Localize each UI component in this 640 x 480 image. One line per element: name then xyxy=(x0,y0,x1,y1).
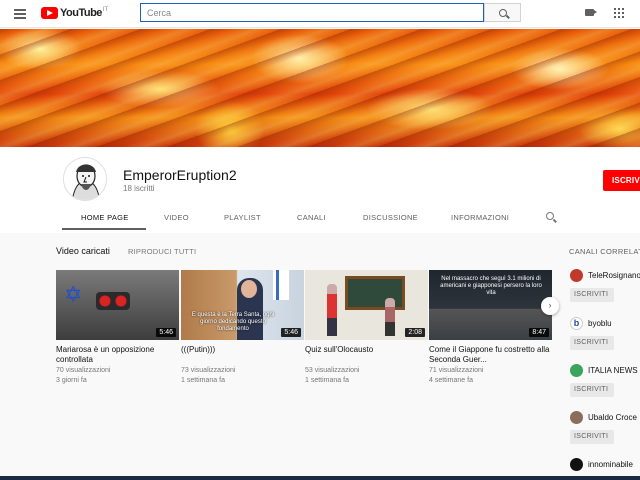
play-logo-icon xyxy=(41,7,58,19)
apps-grid-icon[interactable] xyxy=(614,8,624,18)
star-of-david-icon: ✡ xyxy=(64,282,83,307)
related-channels-title: CANALI CORRELATI xyxy=(569,247,640,256)
channel-banner xyxy=(0,29,640,147)
channel-avatar[interactable] xyxy=(63,157,107,201)
related-channel-name[interactable]: innominabile xyxy=(588,460,633,469)
video-duration: 2:08 xyxy=(405,328,425,337)
video-thumbnail[interactable]: ✡ 5:46 xyxy=(56,270,179,340)
video-duration: 8:47 xyxy=(529,328,549,337)
taskbar xyxy=(0,476,640,480)
channel-avatar[interactable] xyxy=(570,458,583,471)
channel-avatar[interactable] xyxy=(570,364,583,377)
video-title[interactable]: (((Putin))) xyxy=(181,345,304,365)
tab-video[interactable]: VIDEO xyxy=(164,213,189,222)
video-title[interactable]: Come il Giappone fu costretto alla Secon… xyxy=(429,345,552,365)
logo-country: IT xyxy=(102,7,109,13)
flag-graphic xyxy=(273,270,289,300)
tab-discussion[interactable]: DISCUSSIONE xyxy=(363,213,418,222)
related-channel-name[interactable]: Ubaldo Croce xyxy=(588,413,637,422)
video-age: 3 giorni fa xyxy=(56,377,87,384)
subscribe-button[interactable]: ISCRIVITI xyxy=(603,170,640,191)
subscriber-count: 18 iscritti xyxy=(123,184,155,193)
video-thumbnail[interactable]: Nel massacro che seguì 3.1 milioni di am… xyxy=(429,270,552,340)
video-title[interactable]: Mariarosa è un opposizione controllata xyxy=(56,345,179,365)
search-input[interactable]: Cerca xyxy=(140,3,484,22)
play-all-button[interactable]: RIPRODUCI TUTTI xyxy=(128,247,196,256)
related-channel-name[interactable]: TeleRosignano xyxy=(588,271,640,280)
subscribe-button[interactable]: ISCRIVITI xyxy=(570,383,614,397)
cartoon-figure-graphic xyxy=(385,298,395,336)
video-views: 53 visualizzazioni xyxy=(305,367,360,374)
blackboard-graphic xyxy=(345,276,405,310)
related-channel-name[interactable]: byoblu xyxy=(588,319,612,328)
channel-avatar[interactable] xyxy=(570,411,583,424)
logo-text: YouTube xyxy=(60,7,102,19)
channel-name: EmperorEruption2 xyxy=(123,167,237,183)
tab-channels[interactable]: CANALI xyxy=(297,213,326,222)
video-age: 1 settimana fa xyxy=(305,377,349,384)
video-age: 4 settimane fa xyxy=(429,377,473,384)
chevron-right-icon[interactable]: › xyxy=(541,297,559,315)
thumbnail-caption: Nel massacro che seguì 3.1 milioni di am… xyxy=(440,276,542,296)
active-tab-indicator xyxy=(62,228,146,230)
subscribe-button[interactable]: ISCRIVITI xyxy=(570,336,614,350)
related-channel-name[interactable]: ITALIA NEWS xyxy=(588,366,638,375)
channel-avatar[interactable]: b xyxy=(570,317,583,330)
video-duration: 5:46 xyxy=(156,328,176,337)
menu-icon[interactable] xyxy=(14,9,26,19)
thumbnail-graphic xyxy=(241,280,257,298)
thumbnail-graphic xyxy=(96,292,130,310)
search-icon xyxy=(498,8,507,17)
video-views: 73 visualizzazioni xyxy=(181,367,236,374)
thumbnail-caption: E questa è la Terra Santa, ogni giorno d… xyxy=(191,312,275,332)
video-views: 70 visualizzazioni xyxy=(56,367,111,374)
subscribe-button[interactable]: ISCRIVITI xyxy=(570,288,614,302)
section-title: Video caricati xyxy=(56,246,110,256)
search-button[interactable] xyxy=(484,3,521,22)
tab-playlist[interactable]: PLAYLIST xyxy=(224,213,261,222)
video-title[interactable]: Quiz sull'Olocausto xyxy=(305,345,428,365)
video-duration: 5:46 xyxy=(281,328,301,337)
cartoon-figure-graphic xyxy=(327,284,337,336)
masthead: YouTube IT Cerca xyxy=(0,0,640,28)
tab-info[interactable]: INFORMAZIONI xyxy=(451,213,509,222)
subscribe-button[interactable]: ISCRIVITI xyxy=(570,430,614,444)
video-views: 71 visualizzazioni xyxy=(429,367,484,374)
video-thumbnail[interactable]: 2:08 xyxy=(305,270,428,340)
video-card[interactable]: 2:08 Quiz sull'Olocausto 53 visualizzazi… xyxy=(305,270,428,385)
video-thumbnail[interactable]: E questa è la Terra Santa, ogni giorno d… xyxy=(181,270,304,340)
video-card[interactable]: ✡ 5:46 Mariarosa è un opposizione contro… xyxy=(56,270,179,385)
tab-home[interactable]: HOME PAGE xyxy=(81,213,129,222)
video-card[interactable]: E questa è la Terra Santa, ogni giorno d… xyxy=(181,270,304,385)
channel-avatar[interactable] xyxy=(570,269,583,282)
youtube-logo[interactable]: YouTube IT xyxy=(41,7,108,19)
video-age: 1 settimana fa xyxy=(181,377,225,384)
video-card[interactable]: Nel massacro che seguì 3.1 milioni di am… xyxy=(429,270,552,385)
search-icon[interactable] xyxy=(546,212,554,220)
video-camera-icon[interactable] xyxy=(585,9,597,16)
